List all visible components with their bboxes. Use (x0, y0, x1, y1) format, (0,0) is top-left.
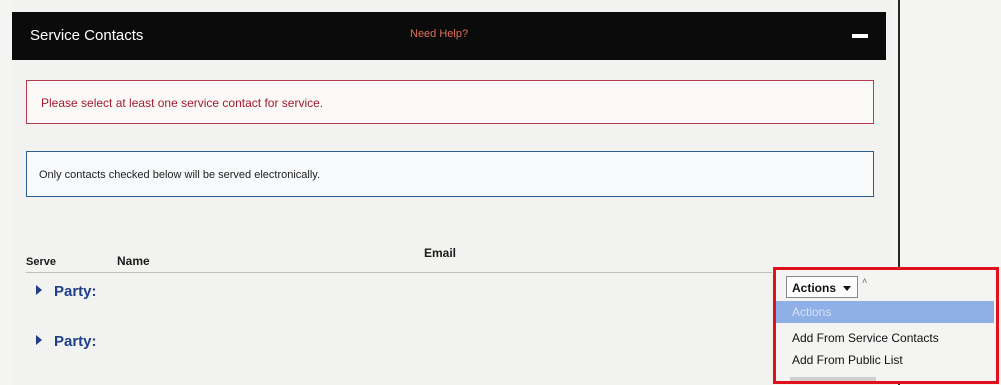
panel-title: Service Contacts (30, 27, 144, 44)
party-label: Party: (54, 283, 97, 300)
error-alert-text: Please select at least one service conta… (41, 96, 324, 110)
menu-scrollbar[interactable] (790, 377, 876, 381)
menu-item-add-from-public-list[interactable]: Add From Public List (776, 349, 994, 371)
party-row[interactable]: Party: (36, 283, 97, 300)
actions-dropdown-button[interactable]: Actions (786, 276, 858, 298)
info-alert-text: Only contacts checked below will be serv… (39, 169, 321, 181)
column-header-name[interactable]: Name (117, 254, 150, 268)
error-alert: Please select at least one service conta… (26, 80, 874, 124)
party-row[interactable]: Party: (36, 333, 97, 350)
minus-icon[interactable] (852, 34, 868, 38)
menu-item-add-from-service-contacts[interactable]: Add From Service Contacts (776, 327, 994, 349)
column-header-email[interactable]: Email (424, 246, 456, 260)
caret-right-icon[interactable] (36, 335, 42, 345)
column-header-serve[interactable]: Serve (26, 256, 56, 268)
need-help-link[interactable]: Need Help? (410, 28, 468, 40)
scroll-up-icon[interactable]: ˄ (862, 276, 872, 288)
info-alert: Only contacts checked below will be serv… (26, 151, 874, 197)
table-divider (26, 272, 772, 273)
actions-button-label: Actions (792, 281, 837, 295)
panel-header: Service Contacts Need Help? (12, 12, 886, 60)
party-label: Party: (54, 333, 97, 350)
caret-right-icon[interactable] (36, 285, 42, 295)
menu-item-actions[interactable]: Actions (776, 301, 994, 323)
chevron-down-icon (843, 286, 851, 291)
